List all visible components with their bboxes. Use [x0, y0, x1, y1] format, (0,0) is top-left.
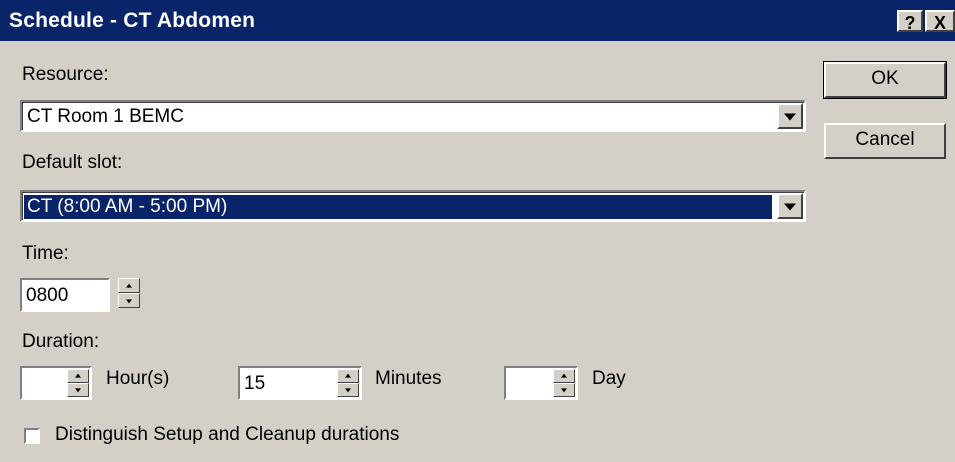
title-bar[interactable]: Schedule - CT Abdomen ? X	[0, 0, 955, 41]
day-up-button[interactable]	[553, 369, 575, 383]
default-slot-label: Default slot:	[22, 152, 123, 173]
minutes-label: Minutes	[375, 368, 442, 389]
cancel-button[interactable]: Cancel	[824, 123, 946, 159]
resource-combo[interactable]: CT Room 1 BEMC	[20, 100, 806, 132]
default-slot-combo[interactable]: CT (8:00 AM - 5:00 PM)	[20, 190, 806, 222]
close-icon: X	[933, 13, 946, 33]
arrow-up-icon	[345, 373, 351, 378]
resource-value: CT Room 1 BEMC	[27, 106, 184, 127]
minutes-spinner[interactable]	[337, 369, 359, 397]
hours-up-button[interactable]	[67, 369, 89, 383]
chevron-down-icon	[784, 113, 796, 121]
hours-label: Hour(s)	[106, 368, 170, 389]
arrow-down-icon	[345, 388, 351, 393]
time-value: 0800	[26, 285, 69, 306]
minutes-value: 15	[244, 373, 266, 394]
window-title: Schedule - CT Abdomen	[9, 9, 256, 32]
close-button[interactable]: X	[925, 10, 955, 33]
hours-down-button[interactable]	[67, 383, 89, 397]
time-input[interactable]: 0800	[20, 278, 110, 312]
help-icon: ?	[904, 13, 916, 33]
time-down-button[interactable]	[118, 293, 140, 308]
duration-label: Duration:	[22, 331, 100, 352]
schedule-dialog: Schedule - CT Abdomen ? X Resource: CT R…	[0, 0, 955, 462]
arrow-up-icon	[75, 373, 81, 378]
arrow-up-icon	[561, 373, 567, 378]
time-spinner[interactable]	[118, 278, 140, 310]
day-input[interactable]	[504, 366, 578, 400]
resource-label: Resource:	[22, 64, 109, 85]
arrow-down-icon	[75, 388, 81, 393]
hours-input[interactable]	[20, 366, 92, 400]
arrow-down-icon	[561, 388, 567, 393]
day-label: Day	[592, 368, 626, 389]
arrow-up-icon	[126, 283, 132, 288]
distinguish-checkbox[interactable]	[24, 428, 40, 444]
time-up-button[interactable]	[118, 278, 140, 293]
resource-dropdown-button[interactable]	[777, 103, 803, 129]
help-button[interactable]: ?	[897, 10, 923, 33]
arrow-down-icon	[126, 298, 132, 303]
hours-spinner[interactable]	[67, 369, 89, 397]
default-slot-value: CT (8:00 AM - 5:00 PM)	[24, 195, 772, 219]
chevron-down-icon	[784, 203, 796, 211]
day-down-button[interactable]	[553, 383, 575, 397]
minutes-input[interactable]: 15	[238, 366, 362, 400]
minutes-up-button[interactable]	[337, 369, 359, 383]
time-label: Time:	[22, 243, 69, 264]
ok-button[interactable]: OK	[823, 61, 947, 99]
default-slot-dropdown-button[interactable]	[777, 193, 803, 219]
distinguish-label[interactable]: Distinguish Setup and Cleanup durations	[55, 424, 399, 446]
day-spinner[interactable]	[553, 369, 575, 397]
minutes-down-button[interactable]	[337, 383, 359, 397]
